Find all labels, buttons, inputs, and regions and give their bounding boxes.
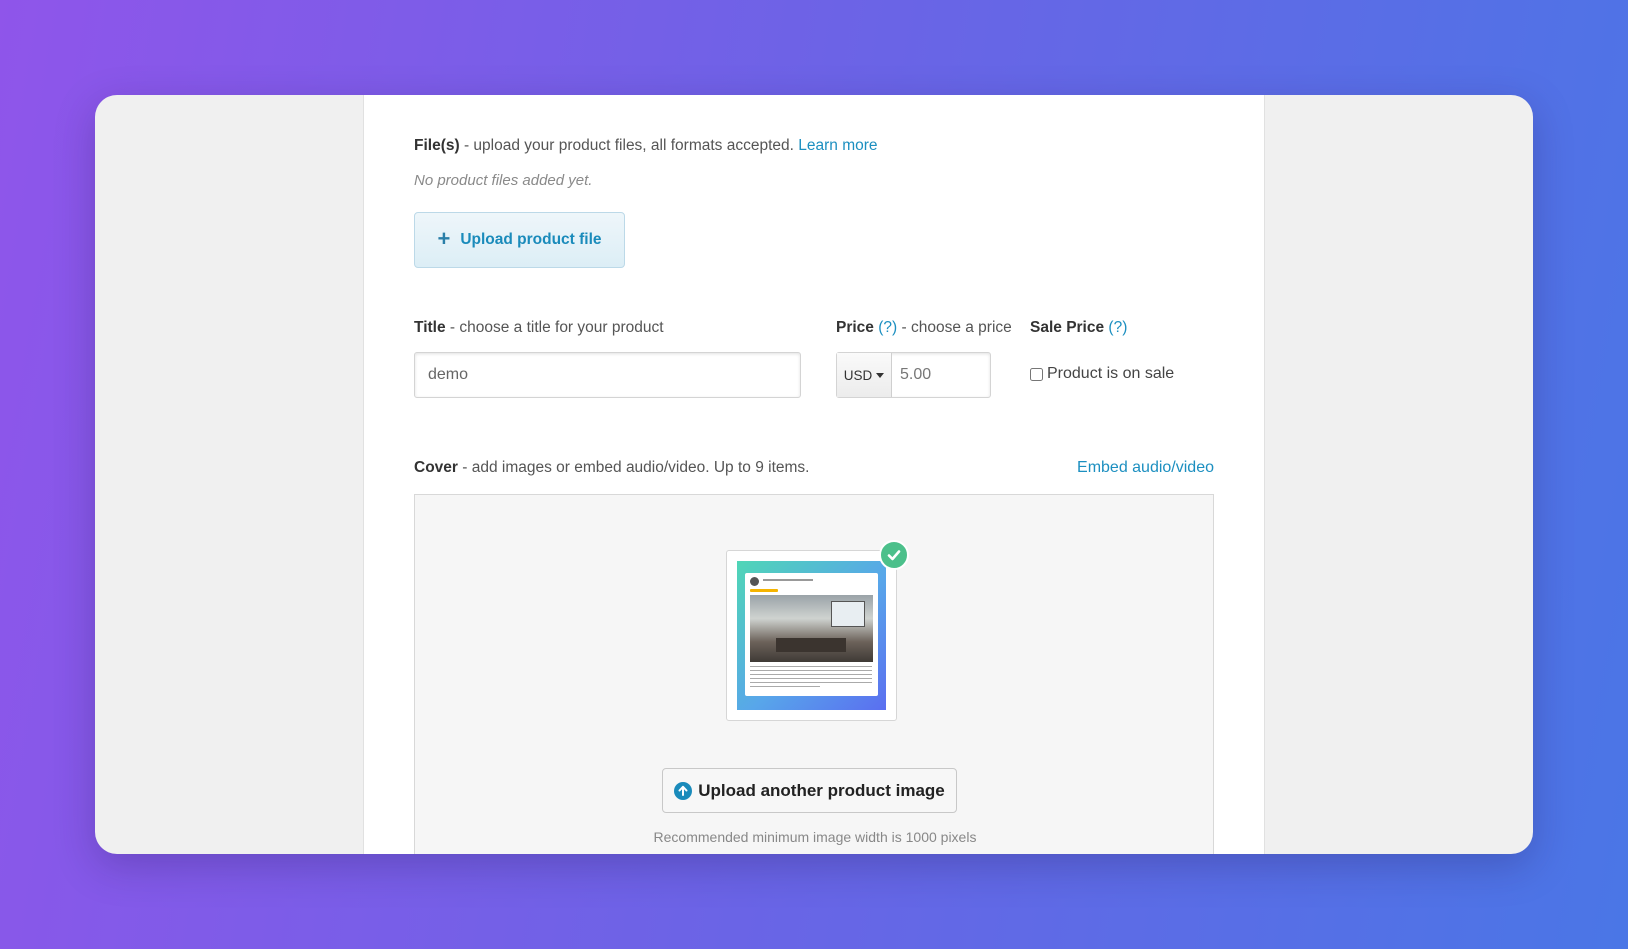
upload-another-image-label: Upload another product image	[698, 780, 945, 800]
on-sale-checkbox[interactable]	[1030, 367, 1043, 381]
title-input[interactable]	[414, 352, 801, 398]
price-input[interactable]	[892, 353, 988, 397]
preview-text-line	[763, 579, 813, 581]
app-window: File(s) - upload your product files, all…	[95, 95, 1533, 854]
cover-image-thumbnail[interactable]	[726, 540, 909, 721]
plus-icon: +	[437, 226, 451, 251]
sale-price-help-link[interactable]: (?)	[1108, 319, 1127, 336]
preview-photo-table	[776, 638, 846, 652]
sale-price-label: Sale Price (?)	[1030, 319, 1127, 337]
cover-image-preview	[737, 561, 886, 710]
preview-avatar	[750, 577, 759, 586]
cover-dropzone: Upload another product image Recommended…	[414, 494, 1214, 854]
upload-product-file-button[interactable]: + Upload product file	[414, 212, 625, 268]
caret-down-icon	[876, 372, 885, 378]
product-form: File(s) - upload your product files, all…	[414, 95, 1214, 854]
embed-audio-video-link[interactable]: Embed audio/video	[1077, 459, 1214, 477]
cover-label-description: - add images or embed audio/video. Up to…	[457, 459, 810, 476]
currency-value: USD	[843, 367, 873, 383]
check-icon	[879, 540, 909, 570]
price-field: USD	[836, 352, 991, 398]
files-heading-label: File(s)	[414, 137, 460, 154]
sale-price-label-bold: Sale Price	[1030, 319, 1105, 336]
preview-photo-window	[831, 601, 865, 627]
preview-text-line	[750, 678, 872, 679]
title-label-bold: Title	[414, 319, 446, 336]
price-label: Price (?) - choose a price	[836, 319, 1012, 337]
price-help-link[interactable]: (?)	[878, 319, 897, 336]
preview-text-line	[750, 682, 872, 683]
image-width-recommendation: Recommended minimum image width is 1000 …	[653, 829, 977, 845]
files-heading: File(s) - upload your product files, all…	[414, 137, 878, 155]
no-files-note: No product files added yet.	[414, 172, 593, 189]
preview-text-line	[750, 666, 872, 667]
on-sale-label: Product is on sale	[1047, 365, 1175, 382]
upload-product-file-label: Upload product file	[460, 231, 602, 248]
upload-arrow-icon	[674, 781, 693, 800]
title-label: Title - choose a title for your product	[414, 319, 664, 337]
price-label-description: - choose a price	[897, 319, 1012, 336]
learn-more-link[interactable]: Learn more	[798, 137, 877, 154]
currency-select[interactable]: USD	[837, 353, 892, 397]
preview-text-line	[750, 670, 872, 671]
cover-label-bold: Cover	[414, 459, 458, 476]
price-label-bold: Price	[836, 319, 874, 336]
upload-another-image-button[interactable]: Upload another product image	[662, 768, 957, 813]
preview-photo	[750, 595, 873, 662]
product-form-panel: File(s) - upload your product files, all…	[363, 95, 1265, 854]
preview-text-line	[750, 686, 820, 687]
files-heading-description: - upload your product files, all formats…	[459, 137, 799, 154]
preview-text-line	[750, 674, 872, 675]
preview-stars	[750, 589, 778, 592]
preview-card	[745, 573, 878, 696]
title-label-description: - choose a title for your product	[445, 319, 664, 336]
chat-button[interactable]	[1529, 852, 1533, 854]
cover-label: Cover - add images or embed audio/video.…	[414, 459, 809, 477]
on-sale-option: Product is on sale	[1030, 365, 1174, 383]
